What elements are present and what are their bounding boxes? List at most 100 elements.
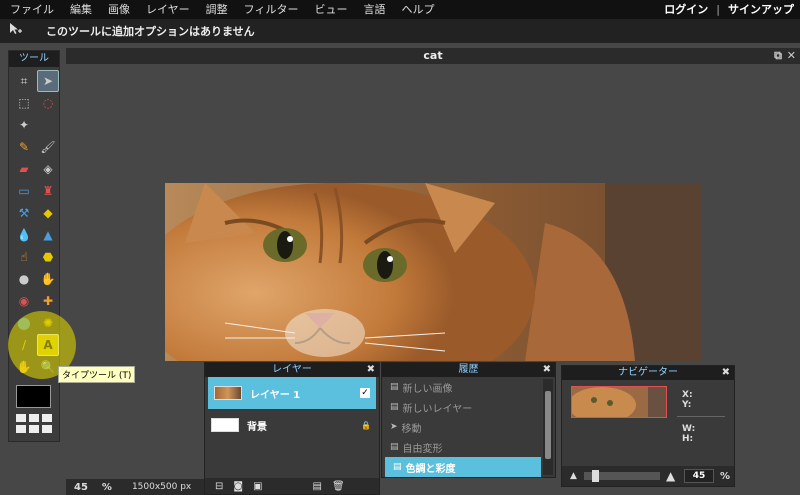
layout-cell[interactable] <box>42 414 52 422</box>
history-item[interactable]: ▤ 自由変形 <box>382 437 541 457</box>
tools-title: ツール <box>9 51 59 67</box>
layout-buttons[interactable] <box>16 414 52 434</box>
history-step-icon: ▤ <box>390 402 399 412</box>
history-label: 自由変形 <box>402 443 443 455</box>
smudge-tool-icon[interactable]: ☝ <box>13 246 35 268</box>
menu-filter[interactable]: フィルター <box>236 0 307 19</box>
clone-stamp-tool-icon[interactable]: ♜ <box>37 180 59 202</box>
image-dimensions: 1500x500 px <box>131 482 192 492</box>
history-label: 移動 <box>401 423 422 435</box>
layer-visibility-checkbox[interactable]: ✓ <box>360 388 370 398</box>
move-icon: ➤ <box>390 422 398 432</box>
marquee-tool-icon[interactable]: ⬚ <box>13 92 35 114</box>
sponge-tool-icon[interactable]: ⬣ <box>37 246 59 268</box>
navigator-dims: W: H: <box>682 424 695 444</box>
close-icon[interactable]: ✖ <box>722 366 730 380</box>
history-step-icon: ▤ <box>390 382 399 392</box>
menu-adjust[interactable]: 調整 <box>198 0 236 19</box>
navigator-thumbnail[interactable] <box>571 386 667 418</box>
brush-tool-icon[interactable]: 🖌 <box>37 136 59 158</box>
tool-tooltip: タイプツール (T) <box>58 366 136 383</box>
history-scrollbar[interactable] <box>543 379 553 475</box>
navigator-zoom-input[interactable]: 45 <box>684 469 714 483</box>
history-item[interactable]: ➤ 移動 <box>382 417 541 437</box>
foreground-color-swatch[interactable] <box>16 385 51 408</box>
close-icon[interactable]: ✕ <box>787 48 796 64</box>
layer-row[interactable]: レイヤー 1 ✓ <box>208 377 376 409</box>
layer-style-icon[interactable]: ▣ <box>253 481 262 492</box>
auth-separator: | <box>716 3 720 16</box>
menu-layer[interactable]: レイヤー <box>138 0 198 19</box>
signup-link[interactable]: サインアップ <box>728 0 794 19</box>
menu-language[interactable]: 言語 <box>355 0 393 19</box>
move-tool-icon[interactable]: ➤ <box>37 70 59 92</box>
history-item[interactable]: ▤ 色調と彩度 <box>385 457 541 477</box>
layout-cell[interactable] <box>29 414 39 422</box>
options-message: このツールに追加オプションはありません <box>46 25 255 38</box>
layers-panel: レイヤー ✖ レイヤー 1 ✓ 背景 🔒 ⊟ ◙ ▣ ▤ 🗑 <box>204 362 380 495</box>
new-layer-icon[interactable]: ▤ <box>313 481 322 492</box>
menu-file[interactable]: ファイル <box>0 0 62 19</box>
gradient-tool-icon[interactable]: ▭ <box>13 180 35 202</box>
lock-icon: 🔒 <box>361 420 371 430</box>
canvas-image[interactable] <box>165 183 701 361</box>
layers-toolbar: ⊟ ◙ ▣ ▤ 🗑 <box>205 478 379 494</box>
close-icon[interactable]: ✖ <box>367 363 375 377</box>
lasso-tool-icon[interactable]: ◌ <box>37 92 59 114</box>
history-label: 新しい画像 <box>402 383 453 395</box>
x-label: X: <box>682 390 693 400</box>
zoom-in-icon[interactable]: ▲ <box>666 469 675 483</box>
layers-title: レイヤー <box>272 364 312 375</box>
layer-name: レイヤー 1 <box>250 389 301 401</box>
login-link[interactable]: ログイン <box>664 0 708 19</box>
layout-cell[interactable] <box>16 414 26 422</box>
close-icon[interactable]: ✖ <box>543 363 551 377</box>
navigator-panel: ナビゲーター ✖ X: Y: W: H: ▲ ▲ 45 % <box>561 365 735 487</box>
zoom-value[interactable]: 45 <box>74 482 88 493</box>
layout-cell[interactable] <box>29 425 39 433</box>
red-eye-tool-icon[interactable]: ◉ <box>13 290 35 312</box>
drawing-tool-icon[interactable]: ◆ <box>37 202 59 224</box>
menu-view[interactable]: ビュー <box>306 0 355 19</box>
tools-panel: ツール ⌗ ➤ ⬚ ◌ ✦ ✎ 🖌 ▰ ◈ ▭ ♜ ⚒ ◆ 💧 ▲ ☝ ⬣ ● … <box>8 50 60 442</box>
layer-settings-icon[interactable]: ⊟ <box>215 481 223 492</box>
color-replace-tool-icon[interactable]: ⚒ <box>13 202 35 224</box>
zoom-slider-knob[interactable] <box>592 470 600 482</box>
history-item[interactable]: ▤ 新しいレイヤー <box>382 397 541 417</box>
zoom-slider[interactable] <box>584 470 660 482</box>
magic-wand-tool-icon[interactable]: ✦ <box>13 114 35 136</box>
scrollbar-thumb[interactable] <box>545 391 551 459</box>
delete-layer-icon[interactable]: 🗑 <box>332 481 345 492</box>
crop-tool-icon[interactable]: ⌗ <box>13 70 35 92</box>
document-title: cat <box>423 49 443 62</box>
history-item[interactable]: ▤ 新しい画像 <box>382 377 541 397</box>
spot-heal-tool-icon[interactable]: ✚ <box>37 290 59 312</box>
blur-tool-icon[interactable]: 💧 <box>13 224 35 246</box>
sharpen-tool-icon[interactable]: ▲ <box>37 224 59 246</box>
navigator-title-bar: ナビゲーター ✖ <box>562 366 734 380</box>
document-titlebar[interactable]: cat ⧉ ✕ <box>66 48 800 64</box>
navigator-title: ナビゲーター <box>618 367 678 378</box>
layout-cell[interactable] <box>42 425 52 433</box>
options-bar: このツールに追加オプションはありません <box>0 19 800 43</box>
layer-row[interactable]: 背景 🔒 <box>205 409 379 441</box>
paint-bucket-tool-icon[interactable]: ◈ <box>37 158 59 180</box>
layers-title-bar: レイヤー ✖ <box>205 363 379 377</box>
w-label: W: <box>682 424 696 434</box>
menu-image[interactable]: 画像 <box>100 0 138 19</box>
layout-cell[interactable] <box>16 425 26 433</box>
maximize-icon[interactable]: ⧉ <box>774 48 782 64</box>
menu-help[interactable]: ヘルプ <box>393 0 442 19</box>
zoom-out-icon[interactable]: ▲ <box>570 471 577 481</box>
navigator-divider <box>677 416 725 417</box>
burn-tool-icon[interactable]: ✋ <box>37 268 59 290</box>
pencil-tool-icon[interactable]: ✎ <box>13 136 35 158</box>
menubar: ファイル 編集 画像 レイヤー 調整 フィルター ビュー 言語 ヘルプ ログイン… <box>0 0 800 19</box>
menu-edit[interactable]: 編集 <box>62 0 100 19</box>
history-title-bar: 履歴 ✖ <box>382 363 555 377</box>
layer-mask-icon[interactable]: ◙ <box>233 481 243 492</box>
dodge-tool-icon[interactable]: ● <box>13 268 35 290</box>
empty-tool-slot <box>37 114 59 136</box>
eraser-tool-icon[interactable]: ▰ <box>13 158 35 180</box>
move-tool-icon <box>0 22 30 40</box>
